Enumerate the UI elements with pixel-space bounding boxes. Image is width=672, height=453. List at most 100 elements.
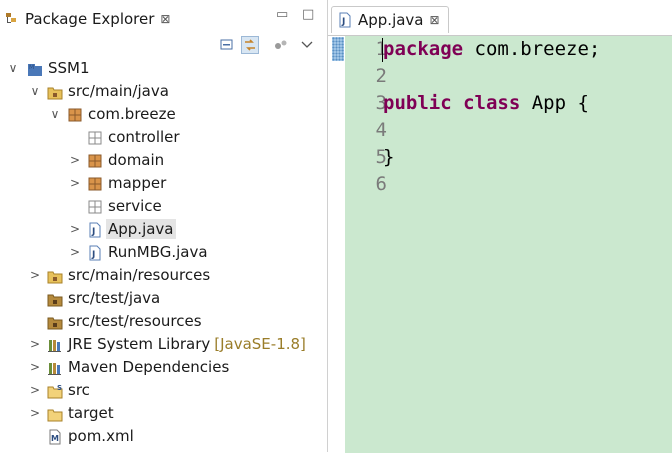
expand-chevron-icon[interactable]: > [29, 356, 41, 379]
line-number: 2 [375, 65, 387, 87]
expand-chevron-icon[interactable]: > [69, 149, 81, 172]
java-file-icon: J [89, 222, 101, 238]
explorer-toolbar [0, 36, 327, 57]
expand-chevron-icon[interactable]: > [29, 264, 41, 287]
minimize-icon[interactable]: ▭ [276, 7, 288, 22]
svg-text:J: J [91, 227, 95, 237]
tab-app-java[interactable]: J App.java ⊠ [331, 6, 449, 33]
tree-item-label: Maven Dependencies [68, 358, 230, 376]
code-line: public class App { [383, 90, 589, 117]
tree-item-label: target [68, 404, 114, 422]
keyword: class [463, 92, 521, 114]
tree-item-service[interactable]: service [0, 195, 327, 218]
keyword: package [383, 38, 464, 60]
tree-item-controller[interactable]: controller [0, 126, 327, 149]
text-caret [382, 38, 383, 62]
tree-item-src[interactable]: > S src [0, 379, 327, 402]
maven-project-icon: M [28, 64, 42, 76]
expand-chevron-icon[interactable]: > [69, 218, 81, 241]
editor-tabbar: J App.java ⊠ [328, 0, 672, 35]
maven-pom-file-icon: M [49, 429, 61, 445]
package-icon [88, 154, 102, 168]
view-menu-chevron-down-icon[interactable] [299, 37, 315, 53]
tree-item-label: src/test/resources [68, 312, 202, 330]
tree-item-label: JRE System Library [68, 335, 211, 353]
tree-item-jre-system-library[interactable]: > JRE System Library [JavaSE-1.8] [0, 333, 327, 356]
focus-icon[interactable] [273, 37, 289, 53]
collapse-all-icon[interactable] [219, 37, 235, 53]
svg-text:J: J [341, 17, 345, 27]
current-line-marker [332, 37, 344, 61]
tree-item-label: src/main/resources [68, 266, 211, 284]
expand-chevron-icon[interactable]: ∨ [7, 57, 19, 80]
tree-item-label: SSM1 [48, 59, 90, 77]
maximize-icon[interactable]: □ [302, 7, 314, 22]
package-explorer-icon [6, 13, 16, 23]
jre-version-decoration: [JavaSE-1.8] [214, 335, 306, 353]
svg-text:S: S [57, 384, 62, 392]
tree-item-src-test-java[interactable]: src/test/java [0, 287, 327, 310]
tree-item-runmbg-java[interactable]: > J RunMBG.java [0, 241, 327, 264]
editor-view: J App.java ⊠ 1 2 3 4 5 6 package com.bre… [328, 0, 672, 453]
annotation-ruler [332, 36, 344, 453]
line-number: 6 [375, 173, 387, 195]
tree-item-label: src/test/java [68, 289, 161, 307]
expand-chevron-icon[interactable]: > [69, 241, 81, 264]
java-file-icon: J [339, 12, 351, 28]
svg-text:J: J [91, 250, 95, 260]
code-text: App { [520, 92, 589, 114]
tree-item-app-java[interactable]: > J App.java [0, 218, 327, 241]
expand-chevron-icon[interactable]: ∨ [29, 80, 41, 103]
tree-item-pom-xml[interactable]: M pom.xml [0, 425, 327, 448]
tree-item-src-main-java[interactable]: ∨ src/main/java [0, 80, 327, 103]
tree-item-src-test-resources[interactable]: src/test/resources [0, 310, 327, 333]
tree-item-label: src/main/java [68, 82, 169, 100]
source-folder-icon [47, 87, 63, 100]
tree-item-domain[interactable]: > domain [0, 149, 327, 172]
package-icon [68, 108, 82, 122]
folder-icon [47, 409, 63, 422]
package-icon [88, 177, 102, 191]
close-icon[interactable]: ⊠ [430, 13, 440, 27]
tree-item-label: controller [108, 128, 180, 146]
explorer-tabbar: Package Explorer ⊠ ▭ □ [0, 0, 327, 36]
expand-chevron-icon[interactable]: > [29, 333, 41, 356]
tree-item-label: mapper [108, 174, 167, 192]
expand-chevron-icon[interactable]: > [69, 172, 81, 195]
folder-icon: S [47, 384, 63, 399]
tree-item-label: service [108, 197, 162, 215]
tree-item-label: RunMBG.java [108, 243, 208, 261]
source-folder-icon [47, 294, 63, 307]
expand-chevron-icon[interactable]: > [29, 379, 41, 402]
tree-item-ssm1[interactable]: ∨ M SSM1 [0, 57, 327, 80]
package-explorer-view: Package Explorer ⊠ ▭ □ ∨ M SSM1 ∨ src/ma… [0, 0, 328, 452]
code-editor[interactable]: 1 2 3 4 5 6 package com.breeze; public c… [328, 35, 672, 453]
empty-package-icon [88, 200, 102, 214]
tree-item-mapper[interactable]: > mapper [0, 172, 327, 195]
tree-item-maven-dependencies[interactable]: > Maven Dependencies [0, 356, 327, 379]
svg-text:M: M [29, 64, 34, 71]
code-text-area[interactable]: 1 2 3 4 5 6 package com.breeze; public c… [345, 36, 672, 453]
line-number: 4 [375, 119, 387, 141]
keyword: public [383, 92, 452, 114]
tree-item-label-group: JRE System Library [JavaSE-1.8] [68, 334, 306, 354]
code-line: } [383, 144, 394, 171]
tree-item-src-main-resources[interactable]: > src/main/resources [0, 264, 327, 287]
library-icon [48, 340, 61, 352]
tab-package-explorer[interactable]: Package Explorer ⊠ [5, 5, 170, 33]
java-file-icon: J [89, 245, 101, 261]
tree-item-label: App.java [106, 219, 176, 239]
tree-item-label: domain [108, 151, 165, 169]
tab-package-explorer-label: Package Explorer [25, 10, 155, 28]
svg-text:M: M [51, 434, 59, 443]
expand-chevron-icon[interactable]: ∨ [49, 103, 61, 126]
tree-item-target[interactable]: > target [0, 402, 327, 425]
link-with-editor-icon[interactable] [241, 36, 259, 54]
tree-item-com-breeze[interactable]: ∨ com.breeze [0, 103, 327, 126]
expand-chevron-icon[interactable]: > [29, 402, 41, 425]
tab-app-java-label: App.java [358, 11, 424, 29]
code-line: package com.breeze; [383, 36, 600, 63]
empty-package-icon [88, 131, 102, 145]
close-icon[interactable]: ⊠ [160, 12, 170, 26]
source-folder-icon [47, 271, 63, 284]
